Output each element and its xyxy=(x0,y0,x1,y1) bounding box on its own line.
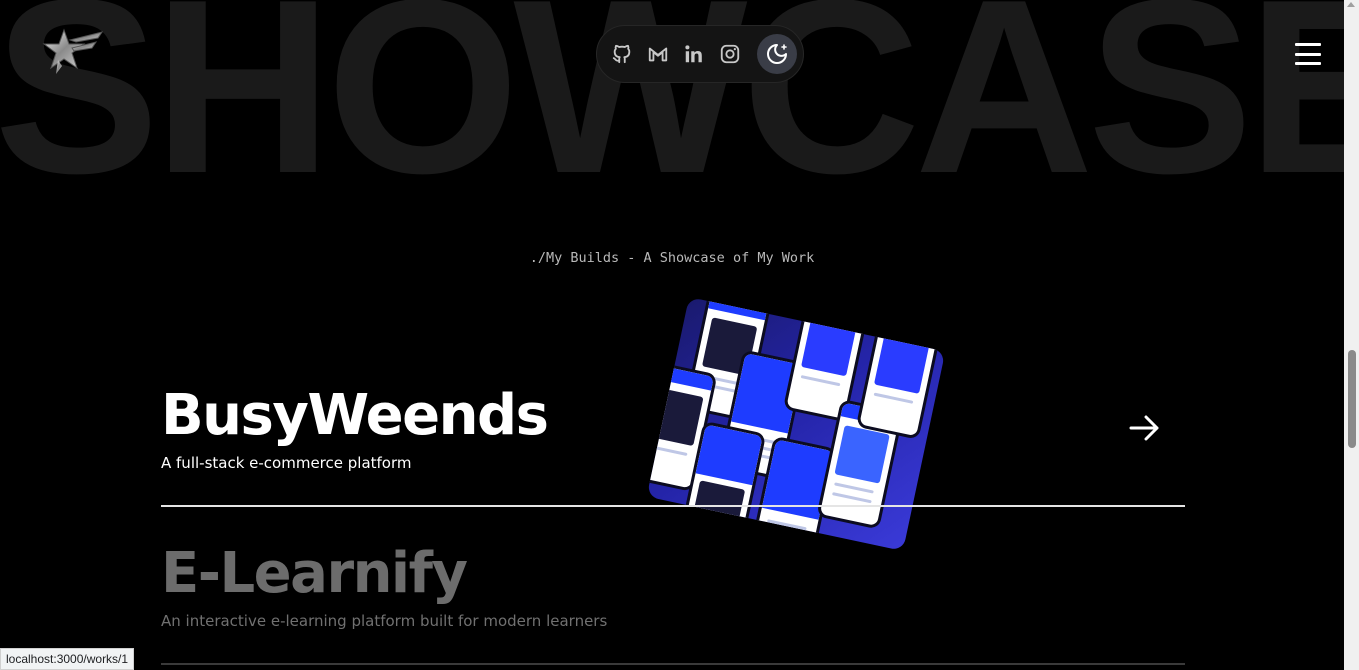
github-icon[interactable] xyxy=(611,43,633,65)
linkedin-icon[interactable] xyxy=(683,43,705,65)
section-subtitle: ./My Builds - A Showcase of My Work xyxy=(529,250,815,266)
gmail-icon[interactable] xyxy=(647,43,669,65)
project-item-busyweends[interactable]: BusyWeends A full-stack e-commerce platf… xyxy=(161,383,1185,473)
project-title: BusyWeends xyxy=(161,383,549,448)
scrollbar-thumb[interactable] xyxy=(1348,350,1356,448)
theme-toggle-button[interactable] xyxy=(757,34,797,74)
project-description: An interactive e-learning platform built… xyxy=(161,612,608,630)
project-divider xyxy=(161,663,1185,665)
project-description: A full-stack e-commerce platform xyxy=(161,454,412,472)
status-bar-url: localhost:3000/works/1 xyxy=(0,648,135,670)
scroll-up-arrow-icon[interactable] xyxy=(1347,2,1355,7)
hamburger-menu-icon[interactable] xyxy=(1295,43,1321,65)
project-divider xyxy=(161,505,1185,507)
moon-icon xyxy=(767,44,787,64)
social-links-pill xyxy=(596,25,804,83)
arrow-right-icon[interactable] xyxy=(1127,410,1163,446)
instagram-icon[interactable] xyxy=(719,43,741,65)
star-logo-icon[interactable] xyxy=(40,26,106,78)
scrollbar[interactable] xyxy=(1344,0,1359,670)
project-item-e-learnify[interactable]: E-Learnify An interactive e-learning pla… xyxy=(161,541,1185,631)
project-title: E-Learnify xyxy=(161,541,468,606)
